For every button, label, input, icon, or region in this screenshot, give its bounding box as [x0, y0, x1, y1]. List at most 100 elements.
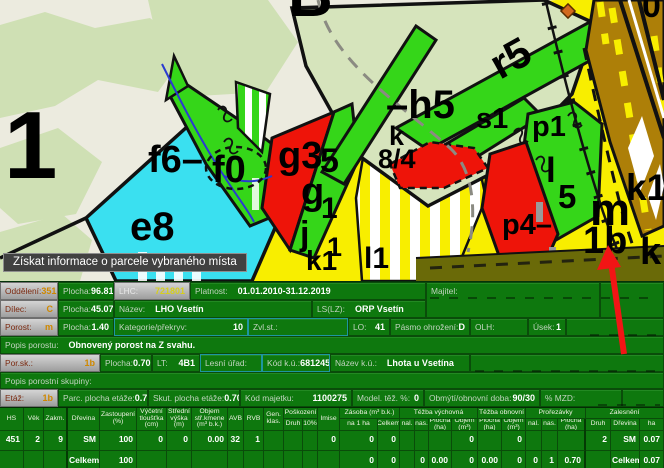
- field-label: Kategorie/překryv:: [119, 322, 187, 332]
- field-label: LS(LZ):: [317, 304, 345, 314]
- total-tv-nas: 0: [415, 451, 429, 468]
- total-gen-klas: [264, 451, 284, 468]
- cell-zal-drevina: SM: [611, 430, 640, 451]
- cell-objem-kmene: 0.00: [192, 430, 228, 451]
- total-vek: [24, 451, 44, 468]
- field-kod-majetku: Kód majetku:1100275: [240, 389, 352, 407]
- cell-posk-druh: [284, 430, 303, 451]
- col-drevina: Dřevina: [68, 408, 100, 431]
- total-zal-ha: 0.07: [640, 451, 664, 468]
- field-value: 0.70: [133, 358, 151, 368]
- cell-vycetni: 0: [137, 430, 167, 451]
- parcel-label-h5: –h5: [386, 83, 455, 127]
- group-tezba-vychovna: Těžba výchovná: [400, 408, 478, 419]
- cell-na1ha: 0: [340, 430, 378, 451]
- cell-zal-druh: 2: [586, 430, 611, 451]
- total-tv-objem: 0: [452, 451, 478, 468]
- cell-drevina: SM: [68, 430, 100, 451]
- field-lt: LT:4B1: [152, 354, 200, 372]
- field-label: Etáž:: [5, 393, 24, 403]
- col-zastoupeni: Zastoupení (%): [100, 408, 137, 431]
- cell-hs: 451: [0, 430, 24, 451]
- stripe: [252, 178, 259, 210]
- parcel-label-k-corner: k: [640, 231, 662, 273]
- field-plocha-oddeleni: Plocha:96.81: [58, 282, 114, 300]
- total-vycetni: [137, 451, 167, 468]
- dash-decoration: [430, 297, 655, 299]
- field-label: Úsek:: [533, 322, 554, 332]
- field-value: m: [45, 322, 53, 332]
- total-zasoba-celkem: 0: [378, 451, 400, 468]
- total-avb: [228, 451, 244, 468]
- field-value: 41: [375, 322, 385, 332]
- map-label-b: B: [288, 0, 333, 30]
- field-popis-porostu: Popis porostu:Obnovený porost na Z svahu…: [0, 336, 664, 354]
- total-rvb: [244, 451, 264, 468]
- total-tv-nal: [400, 451, 415, 468]
- field-label: Skut. plocha etáže:: [153, 393, 224, 403]
- field-label: % MZD:: [545, 393, 575, 403]
- cell-tv-objem: 0: [452, 430, 478, 451]
- cell-to-objem: 0: [502, 430, 526, 451]
- field-lo: LO: 41: [348, 318, 390, 336]
- field-label: Obmýtí/obnovní doba:: [429, 393, 511, 403]
- field-value: 96.81: [91, 286, 114, 296]
- group-zasoba: Zásoba (m³ b.k.): [340, 408, 400, 419]
- field-label: LT:: [157, 358, 168, 368]
- field-kategorie: Kategorie/překryv: 10: [114, 318, 248, 336]
- field-value: 45.07: [91, 304, 114, 314]
- field-label: OLH:: [475, 322, 495, 332]
- field-label: LO:: [353, 322, 367, 332]
- group-poskozeni: Poškození: [284, 408, 318, 419]
- cell-imise: 0: [318, 430, 340, 451]
- field-plocha-porost: Plocha:1.40: [58, 318, 114, 336]
- field-value: 1: [556, 322, 561, 332]
- parcel-label-g1: 1: [321, 192, 338, 225]
- col-avb: AVB: [228, 408, 244, 431]
- total-pr-plocha: 0.70: [558, 451, 586, 468]
- field-platnost: Platnost:01.01.2010-31.12.2019: [190, 282, 426, 300]
- field-value: Obnovený porost na Z svahu.: [69, 340, 196, 350]
- group-prorezavky: Prořezávky: [526, 408, 586, 419]
- field-skut-plocha: Skut. plocha etáže:0.70: [148, 389, 240, 407]
- field-usek: Úsek:1: [528, 318, 566, 336]
- field-label: Kód k.ú.:: [267, 358, 300, 368]
- cell-pr-nas: [542, 430, 558, 451]
- parcel-label-p4: p4–: [502, 209, 552, 241]
- field-parc-plocha: Parc. plocha etáže:0.70: [58, 389, 148, 407]
- total-to-plocha: 0.00: [478, 451, 502, 468]
- cell-avb: 32: [228, 430, 244, 451]
- field-label: Model. těž. %:: [357, 393, 410, 403]
- row-porost: Porost:m Plocha:1.40 Kategorie/překryv:1…: [0, 318, 664, 336]
- field-value: 1100275: [312, 393, 347, 403]
- field-value: 0: [414, 393, 419, 403]
- col-rvb: RVB: [244, 408, 264, 431]
- field-olh: OLH:: [470, 318, 528, 336]
- parcel-label-f0: f0: [212, 149, 246, 191]
- stand-table-totals: Celkem: 100 0 0 0 0.00 0 0.00 0 0 1 0.70…: [0, 451, 664, 468]
- parcel-label-k1-low: k1: [306, 245, 337, 276]
- field-value: Lhota u Vsetína: [387, 358, 454, 368]
- field-lhc: LHC:721801: [114, 282, 190, 300]
- field-label: Platnost:: [195, 286, 228, 296]
- field-value: 0.70: [224, 393, 240, 403]
- col-zakm: Zakm.: [44, 408, 68, 431]
- cell-tv-plocha: [429, 430, 452, 451]
- field-plocha-sk: Plocha:0.70: [100, 354, 152, 372]
- cell-rvb: 1: [244, 430, 264, 451]
- field-value: 721801: [155, 286, 185, 296]
- cell-zakm: 9: [44, 430, 68, 451]
- field-value: 1.40: [91, 322, 109, 332]
- field-value: D: [459, 322, 466, 332]
- field-value: LHO Vsetín: [155, 304, 204, 314]
- parcel-label-p1: p1: [532, 111, 566, 143]
- total-pr-nas: 1: [542, 451, 558, 468]
- col-objem-kmene: Objem stř.kmene (m³ b.k.): [192, 408, 228, 431]
- row-dilec: Dílec:C Plocha:45.07 Název:LHO Vsetín LS…: [0, 300, 664, 318]
- field-value: 10: [233, 322, 243, 332]
- field-plocha-dilec: Plocha:45.07: [58, 300, 114, 318]
- forest-map[interactable]: 1 B e8 f6– f0 g3 5 g 1 j 1 k 8/4 –h5 r5 …: [0, 0, 664, 281]
- field-kod-ku: Kód k.ú.:681245: [262, 354, 330, 372]
- stand-table-header: HS Věk Zakm. Dřevina Zastoupení (%) Výče…: [0, 407, 664, 430]
- row-popis-ps: Popis porostní skupiny:: [0, 372, 664, 389]
